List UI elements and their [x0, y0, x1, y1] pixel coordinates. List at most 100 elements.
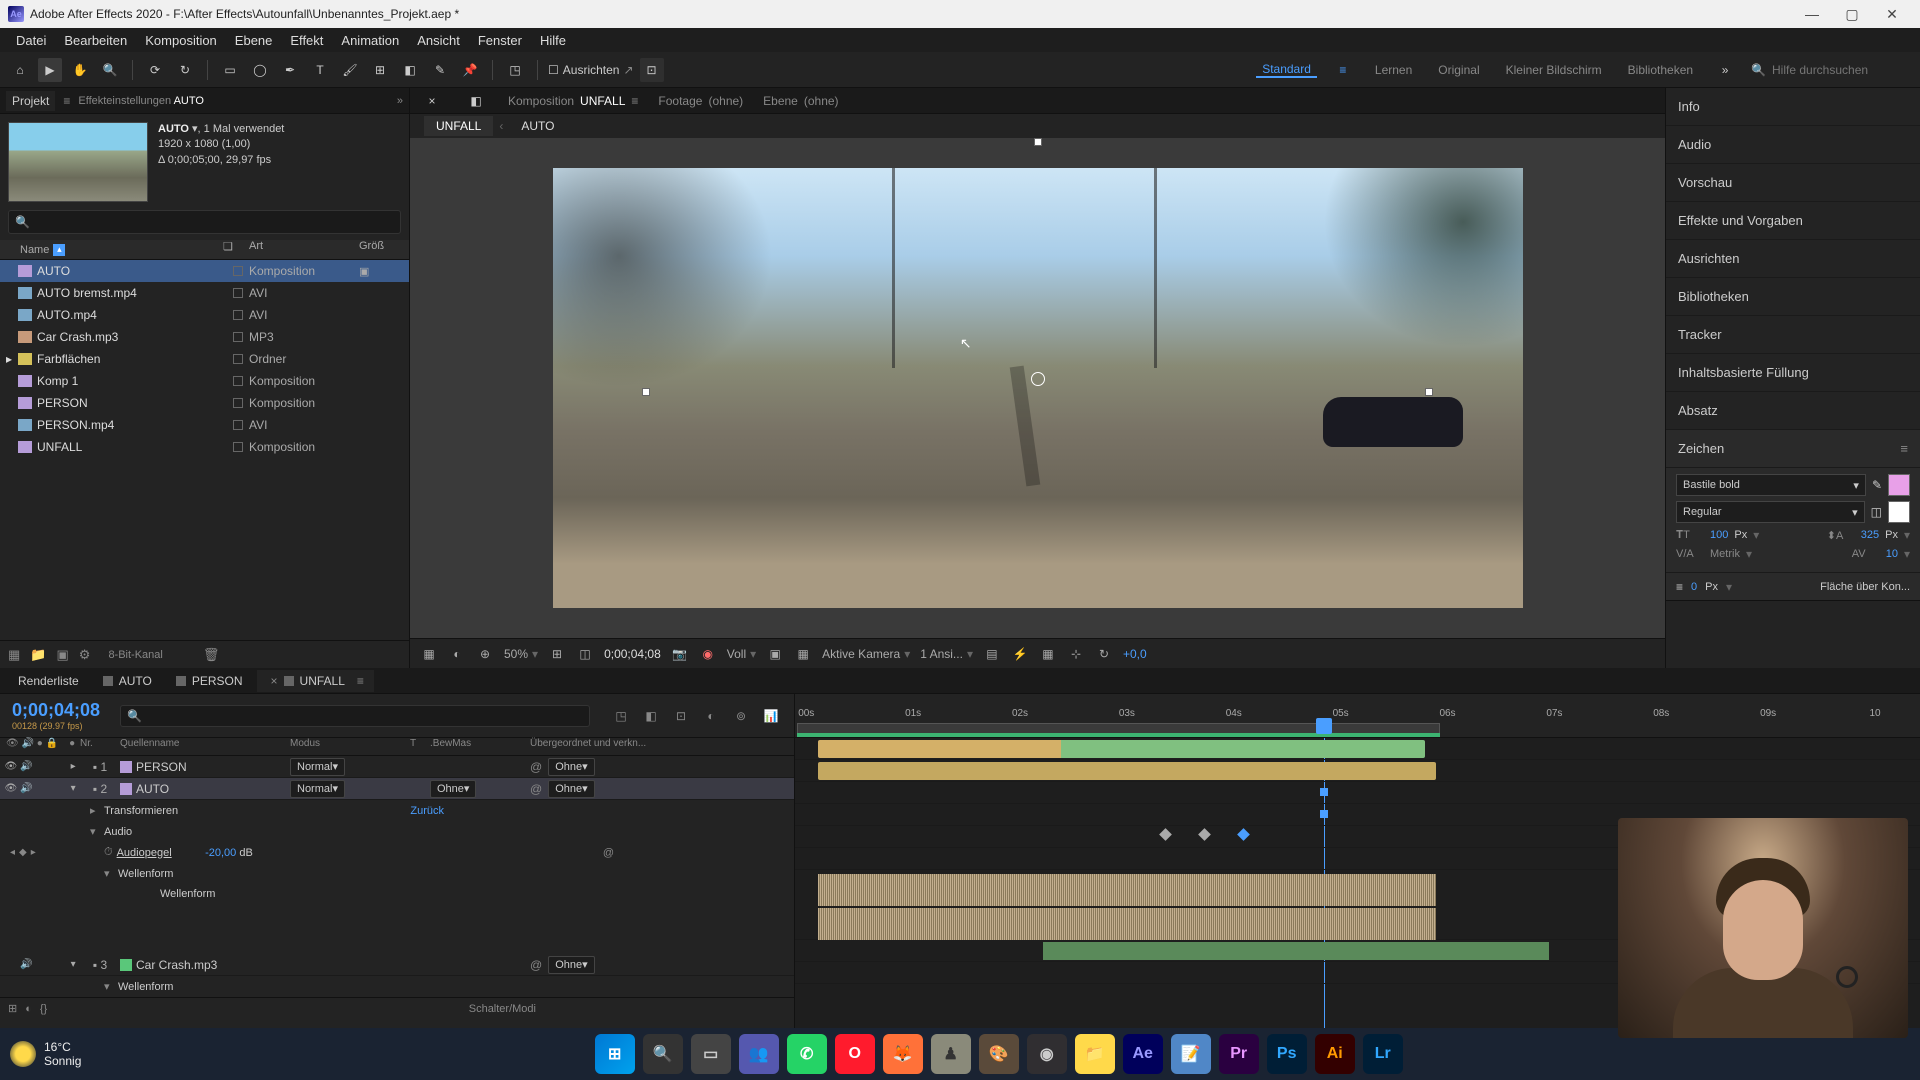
layer-row-carcrash[interactable]: 🔊▾ ▪ 3 Car Crash.mp3 @Ohne ▾ — [0, 954, 794, 976]
stopwatch-icon[interactable]: ⏱ — [104, 846, 113, 859]
tracking-value[interactable]: 10 — [1886, 548, 1898, 560]
label-swatch[interactable] — [233, 420, 243, 430]
label-swatch[interactable] — [233, 398, 243, 408]
channel-button[interactable]: ◉ — [699, 645, 717, 663]
mask-button[interactable]: ◐ — [448, 645, 466, 663]
project-tab[interactable]: Projekt — [6, 91, 55, 111]
project-item[interactable]: UNFALLKomposition — [0, 436, 409, 458]
taskbar-search-button[interactable]: 🔍 — [643, 1034, 683, 1074]
current-time[interactable]: 0;00;04;08 — [604, 647, 661, 661]
playhead-indicator[interactable] — [1316, 718, 1332, 734]
bbox-handle-right[interactable] — [1425, 388, 1433, 396]
comp-viewer[interactable]: ↖ — [410, 138, 1665, 638]
current-timecode[interactable]: 0;00;04;08 — [12, 700, 100, 720]
menu-ansicht[interactable]: Ansicht — [409, 30, 468, 51]
puppet-tool[interactable]: 📌 — [458, 58, 482, 82]
taskview-button[interactable]: ▭ — [691, 1034, 731, 1074]
camera-dropdown[interactable]: Aktive Kamera ▾ — [822, 647, 910, 661]
comp-nav-icon[interactable]: ◧ — [464, 89, 488, 113]
fast-preview-button[interactable]: ⚡ — [1011, 645, 1029, 663]
local-axis-button[interactable]: ◳ — [503, 58, 527, 82]
sort-arrow-icon[interactable]: ▴ — [53, 244, 65, 256]
exposure-value[interactable]: +0,0 — [1123, 647, 1147, 661]
add-keyframe-icon[interactable]: ◆ — [19, 847, 27, 858]
explorer-button[interactable]: 📁 — [1075, 1034, 1115, 1074]
toggle-inout-icon[interactable]: {} — [40, 1003, 47, 1015]
hand-tool[interactable]: ✋ — [68, 58, 92, 82]
timeline-tab-renderliste[interactable]: Renderliste — [8, 670, 89, 692]
bbox-handle-left[interactable] — [642, 388, 650, 396]
alpha-button[interactable]: ▦ — [420, 645, 438, 663]
illustrator-button[interactable]: Ai — [1315, 1034, 1355, 1074]
menu-hilfe[interactable]: Hilfe — [532, 30, 574, 51]
snap-checkbox[interactable]: ☐Ausrichten↗ — [548, 63, 634, 77]
eye-icon[interactable]: 👁 — [4, 782, 18, 796]
workspace-standard[interactable]: Standard — [1256, 62, 1317, 78]
parent-dropdown[interactable]: Ohne ▾ — [548, 780, 594, 798]
panel-vorschau[interactable]: Vorschau — [1666, 164, 1920, 202]
project-item[interactable]: AUTOKomposition▣ — [0, 260, 409, 282]
no-fill-icon[interactable]: ◫ — [1871, 505, 1882, 519]
new-comp-button[interactable]: ▣ — [56, 647, 68, 663]
panel-effekte[interactable]: Effekte und Vorgaben — [1666, 202, 1920, 240]
toggle-modes-icon[interactable]: ◐ — [25, 1003, 32, 1015]
chess-button[interactable]: ♟ — [931, 1034, 971, 1074]
timeline-tab-auto[interactable]: AUTO — [93, 670, 162, 692]
project-item[interactable]: ▸FarbflächenOrdner — [0, 348, 409, 370]
panel-audio[interactable]: Audio — [1666, 126, 1920, 164]
speaker-icon[interactable]: 🔊 — [20, 958, 34, 972]
leading-value[interactable]: 325 — [1861, 529, 1879, 541]
panel-menu-icon[interactable]: ≡ — [1900, 441, 1908, 456]
layer-bar-person[interactable] — [818, 740, 1426, 758]
label-swatch[interactable] — [233, 376, 243, 386]
crumb-auto[interactable]: AUTO — [509, 116, 566, 136]
close-button[interactable]: ✕ — [1872, 0, 1912, 28]
weather-widget[interactable]: 16°C Sonnig — [10, 1040, 81, 1069]
layer-tab[interactable]: Ebene (ohne) — [763, 94, 838, 108]
panel-tracker[interactable]: Tracker — [1666, 316, 1920, 354]
lightroom-button[interactable]: Lr — [1363, 1034, 1403, 1074]
blend-mode-dropdown[interactable]: Normal ▾ — [290, 758, 345, 776]
audio-property-row[interactable]: ▾Audio — [0, 821, 794, 842]
anchor-point-icon[interactable] — [1031, 372, 1045, 386]
ellipse-tool[interactable]: ◯ — [248, 58, 272, 82]
panel-overflow-icon[interactable]: » — [397, 95, 403, 107]
project-item[interactable]: Car Crash.mp3MP3 — [0, 326, 409, 348]
new-folder-button[interactable]: 📁 — [30, 647, 46, 663]
settings-button[interactable]: ⚙ — [79, 647, 91, 663]
workspace-overflow-icon[interactable]: » — [1713, 58, 1737, 82]
menu-bearbeiten[interactable]: Bearbeiten — [56, 30, 135, 51]
transform-property-row[interactable]: ▸Transformieren Zurück — [0, 800, 794, 821]
menu-ebene[interactable]: Ebene — [227, 30, 281, 51]
waveform-property-row-3[interactable]: ▾Wellenform — [0, 976, 794, 997]
twirl-icon[interactable]: ▾ — [66, 782, 80, 796]
speaker-icon[interactable]: 🔊 — [20, 782, 34, 796]
interpret-button[interactable]: ▦ — [8, 647, 20, 663]
draft-3d-button[interactable]: ◧ — [640, 705, 662, 727]
layer-row-auto[interactable]: 👁🔊▾ ▪ 2 AUTO Normal ▾ Ohne ▾ @Ohne ▾ — [0, 778, 794, 800]
eyedropper-icon[interactable]: ✎ — [1872, 478, 1882, 492]
start-button[interactable]: ⊞ — [595, 1034, 635, 1074]
comp-mini-flowchart-button[interactable]: ◳ — [610, 705, 632, 727]
reset-exposure-button[interactable]: ↻ — [1095, 645, 1113, 663]
project-search[interactable]: 🔍 — [8, 210, 401, 234]
label-swatch[interactable] — [233, 332, 243, 342]
menu-effekt[interactable]: Effekt — [282, 30, 331, 51]
project-item[interactable]: Komp 1Komposition — [0, 370, 409, 392]
teams-button[interactable]: 👥 — [739, 1034, 779, 1074]
font-dropdown[interactable]: Bastile bold▾ — [1676, 474, 1866, 496]
menu-fenster[interactable]: Fenster — [470, 30, 530, 51]
twirl-icon[interactable]: ▸ — [66, 760, 80, 774]
time-ruler[interactable]: 00s01s02s03s04s05s06s07s08s09s10 — [795, 694, 1920, 738]
eraser-tool[interactable]: ◧ — [398, 58, 422, 82]
comp-lock-icon[interactable]: × — [420, 89, 444, 113]
stroke-option-dropdown[interactable]: Fläche über Kon... — [1820, 581, 1910, 593]
help-search[interactable]: 🔍 — [1751, 63, 1912, 77]
bit-depth[interactable]: 8-Bit-Kanal — [108, 649, 162, 661]
whatsapp-button[interactable]: ✆ — [787, 1034, 827, 1074]
selection-tool[interactable]: ▶ — [38, 58, 62, 82]
timeline-button[interactable]: ▦ — [1039, 645, 1057, 663]
keyframe-diamond[interactable] — [1159, 828, 1172, 841]
motion-blur-button[interactable]: ⊚ — [730, 705, 752, 727]
font-size-value[interactable]: 100 — [1710, 529, 1728, 541]
